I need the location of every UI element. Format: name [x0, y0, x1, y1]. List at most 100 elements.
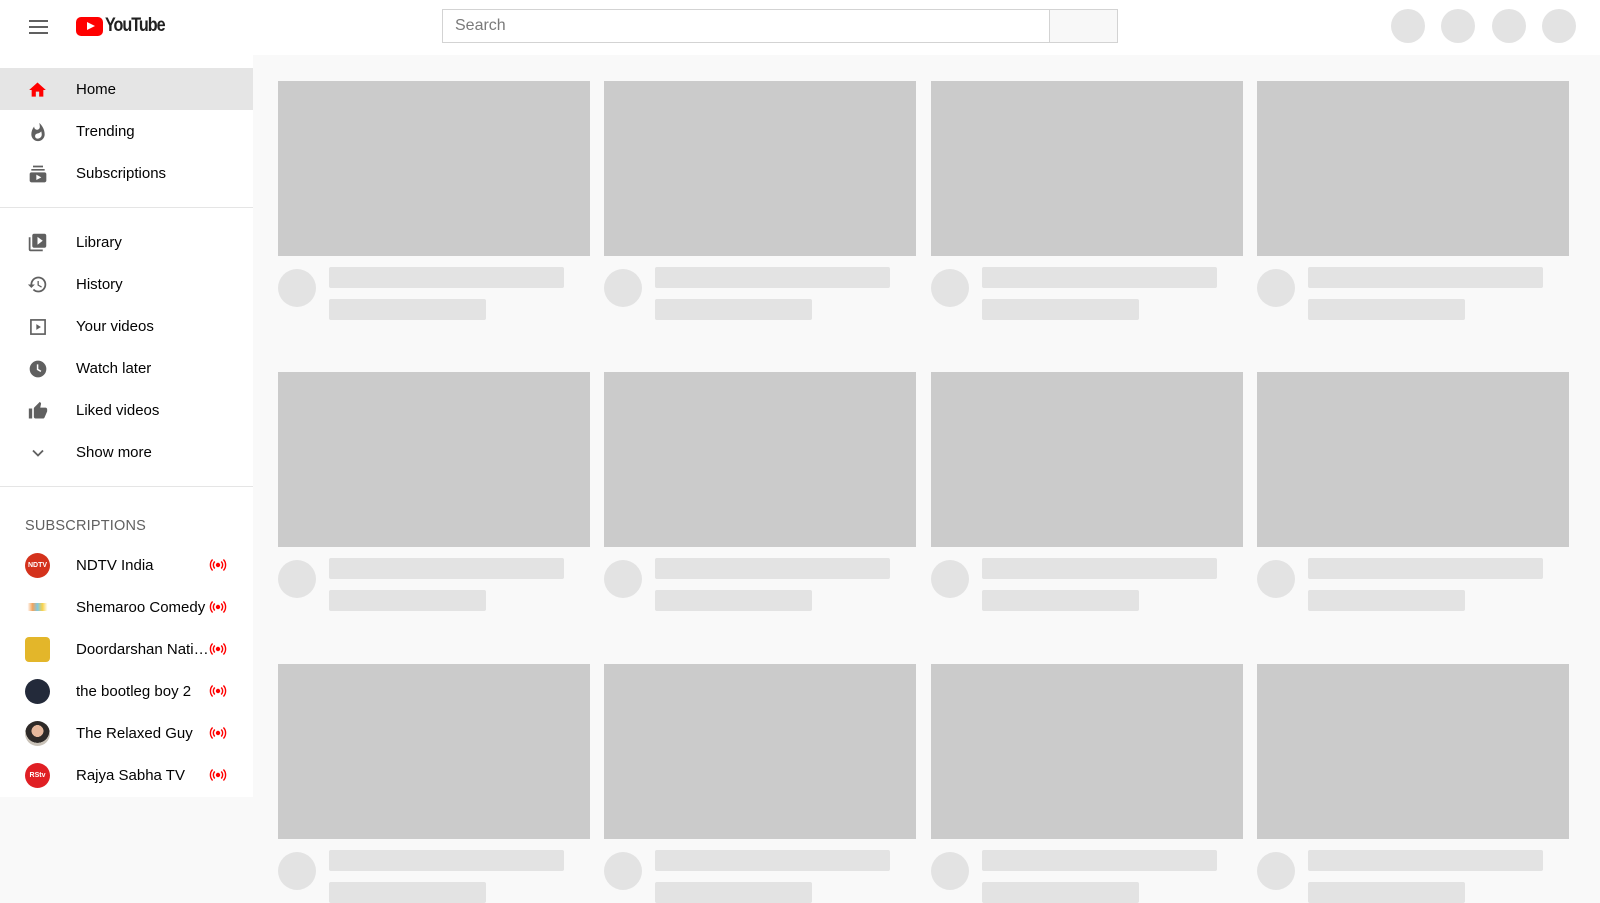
thumbnail-placeholder[interactable]	[1257, 372, 1569, 547]
video-card-skeleton[interactable]	[931, 81, 1243, 320]
metadata-placeholder	[1308, 299, 1465, 320]
header-button-placeholder-2[interactable]	[1441, 9, 1475, 43]
sidebar-item-label: Your videos	[76, 317, 154, 335]
title-placeholder	[655, 267, 890, 288]
thumbnail-placeholder[interactable]	[931, 81, 1243, 256]
channel-avatar-placeholder	[1257, 852, 1295, 890]
metadata-placeholder	[329, 882, 486, 903]
thumbnail-placeholder[interactable]	[1257, 664, 1569, 839]
thumbnail-placeholder[interactable]	[931, 664, 1243, 839]
channel-avatar: NDTV	[25, 553, 50, 578]
thumbnail-placeholder[interactable]	[604, 664, 916, 839]
header-button-placeholder-3[interactable]	[1492, 9, 1526, 43]
search-button[interactable]	[1049, 9, 1118, 43]
your-videos-icon	[27, 316, 48, 337]
video-card-skeleton[interactable]	[278, 664, 590, 903]
thumbnail-placeholder[interactable]	[278, 81, 590, 256]
metadata-placeholder	[655, 882, 812, 903]
video-card-skeleton[interactable]	[1257, 372, 1569, 611]
video-card-skeleton[interactable]	[1257, 81, 1569, 320]
channel-avatar-placeholder	[931, 560, 969, 598]
home-icon	[27, 79, 48, 100]
sidebar-item-your-videos[interactable]: Your videos	[0, 305, 253, 347]
title-placeholder	[655, 850, 890, 871]
live-broadcast-icon	[209, 599, 227, 615]
sidebar-item-watch-later[interactable]: Watch later	[0, 347, 253, 389]
thumbnail-placeholder[interactable]	[1257, 81, 1569, 256]
guide-menu-button[interactable]	[22, 13, 54, 41]
video-card-skeleton[interactable]	[1257, 664, 1569, 903]
history-icon	[27, 274, 48, 295]
logo-text: YouTube	[105, 15, 166, 36]
sidebar-item-liked-videos[interactable]: Liked videos	[0, 389, 253, 431]
title-placeholder	[329, 267, 564, 288]
sidebar-subscription-item[interactable]: Shemaroo Comedy	[0, 586, 253, 628]
chevron-down-icon	[27, 442, 48, 463]
sidebar-item-show-more[interactable]: Show more	[0, 431, 253, 473]
metadata-placeholder	[1308, 882, 1465, 903]
header-button-placeholder-1[interactable]	[1391, 9, 1425, 43]
metadata-placeholder	[982, 590, 1139, 611]
sidebar-item-label: Show more	[76, 443, 152, 461]
channel-avatar-placeholder	[931, 269, 969, 307]
sidebar-item-label: Library	[76, 233, 122, 251]
title-placeholder	[1308, 267, 1543, 288]
channel-avatar-placeholder	[1257, 269, 1295, 307]
sidebar-item-subscriptions[interactable]: Subscriptions	[0, 152, 253, 194]
channel-name: Rajya Sabha TV	[76, 766, 185, 784]
sidebar-item-trending[interactable]: Trending	[0, 110, 253, 152]
search-input[interactable]	[442, 9, 1049, 43]
title-placeholder	[1308, 850, 1543, 871]
metadata-placeholder	[655, 299, 812, 320]
sidebar-subscription-item[interactable]: Doordarshan National	[0, 628, 253, 670]
search-bar	[442, 9, 1118, 43]
live-broadcast-icon	[209, 557, 227, 573]
header-button-placeholder-4[interactable]	[1542, 9, 1576, 43]
title-placeholder	[982, 850, 1217, 871]
channel-avatar: RStv	[25, 763, 50, 788]
sidebar-item-label: Home	[76, 80, 117, 98]
sidebar-subscription-item[interactable]: The Relaxed Guy	[0, 712, 253, 754]
thumbnail-placeholder[interactable]	[604, 372, 916, 547]
sidebar-item-label: History	[76, 275, 123, 293]
hamburger-icon	[28, 20, 48, 22]
subscriptions-icon	[27, 163, 48, 184]
sidebar-item-label: Watch later	[76, 359, 152, 377]
sidebar-item-library[interactable]: Library	[0, 221, 253, 263]
metadata-placeholder	[1308, 590, 1465, 611]
thumbnail-placeholder[interactable]	[604, 81, 916, 256]
title-placeholder	[329, 558, 564, 579]
subscriptions-section-title: SUBSCRIPTIONS	[25, 518, 147, 534]
sidebar-item-home[interactable]: Home	[0, 68, 253, 110]
video-card-skeleton[interactable]	[278, 372, 590, 611]
video-card-skeleton[interactable]	[604, 81, 916, 320]
video-card-skeleton[interactable]	[278, 81, 590, 320]
channel-avatar-placeholder	[1257, 560, 1295, 598]
sidebar-subscription-item[interactable]: NDTV NDTV India	[0, 544, 253, 586]
sidebar-subscription-item[interactable]: RStv Rajya Sabha TV	[0, 754, 253, 796]
video-card-skeleton[interactable]	[931, 664, 1243, 903]
thumbnail-placeholder[interactable]	[278, 372, 590, 547]
channel-name: the bootleg boy 2	[76, 682, 192, 700]
sidebar-item-label: Trending	[76, 122, 135, 140]
channel-avatar	[25, 637, 50, 662]
sidebar-subscription-item[interactable]: the bootleg boy 2	[0, 670, 253, 712]
video-card-skeleton[interactable]	[931, 372, 1243, 611]
channel-name: The Relaxed Guy	[76, 724, 193, 742]
thumbnail-placeholder[interactable]	[931, 372, 1243, 547]
thumbnail-placeholder[interactable]	[278, 664, 590, 839]
metadata-placeholder	[329, 590, 486, 611]
video-card-skeleton[interactable]	[604, 664, 916, 903]
channel-name: Doordarshan National	[76, 640, 209, 658]
title-placeholder	[329, 850, 564, 871]
channel-name: Shemaroo Comedy	[76, 598, 206, 616]
video-card-skeleton[interactable]	[604, 372, 916, 611]
content-grid	[253, 55, 1600, 903]
channel-avatar	[25, 721, 50, 746]
sidebar-item-label: Liked videos	[76, 401, 160, 419]
trending-flame-icon	[27, 121, 48, 142]
sidebar-item-label: Subscriptions	[76, 164, 167, 182]
sidebar-item-history[interactable]: History	[0, 263, 253, 305]
youtube-logo[interactable]: YouTube	[76, 15, 175, 37]
watch-later-clock-icon	[27, 358, 48, 379]
